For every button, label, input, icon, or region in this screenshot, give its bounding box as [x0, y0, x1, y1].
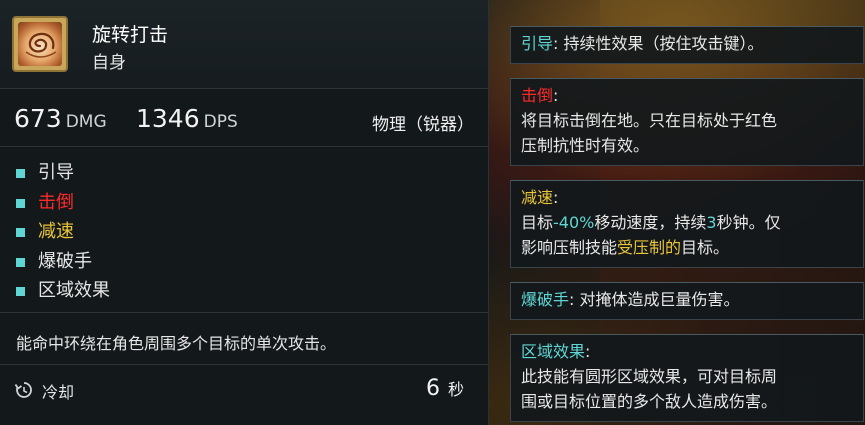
info-box-demolisher: 爆破手: 对掩体造成巨量伤害。 [510, 282, 864, 320]
info-text: 此技能有圆形区域效果，可对目标周 [521, 367, 778, 386]
dps-value: 1346 [136, 104, 200, 133]
text-part: 移动速度，持续 [594, 213, 707, 232]
skill-target: 自身 [92, 53, 126, 73]
info-box-channel: 引导: 持续性效果（按住攻击键）。 [510, 26, 864, 64]
tag-label: 减速 [38, 221, 74, 242]
tag-channel: 引导 [14, 158, 110, 188]
info-sep: : [553, 86, 559, 105]
info-box-slow: 减速: 目标-40%移动速度，持续3秒钟。仅 影响压制技能受压制的目标。 [510, 180, 864, 268]
tag-area-effect: 区域效果 [14, 276, 110, 306]
info-sep: : [553, 188, 559, 207]
info-sep: : [553, 34, 564, 53]
dps-stat: 1346 DPS [136, 104, 238, 133]
dmg-unit: DMG [65, 112, 107, 132]
tag-label: 爆破手 [38, 250, 92, 272]
tag-label: 击倒 [38, 191, 74, 213]
text-part: 影响压制技能 [521, 238, 618, 257]
info-text: 持续性效果（按住攻击键）。 [563, 34, 764, 53]
skill-name: 旋转打击 [92, 24, 169, 46]
text-part: 秒钟。仅 [716, 213, 781, 232]
info-text: 围或目标位置的多个敌人造成伤害。 [521, 392, 778, 411]
cooldown-row: 冷却 6秒 [14, 376, 474, 406]
info-keyword: 爆破手 [521, 290, 570, 309]
info-sep: : [569, 290, 580, 309]
dps-unit: DPS [203, 112, 238, 132]
bullet-icon [16, 287, 25, 296]
info-keyword: 减速 [521, 188, 554, 207]
cooldown-value: 6秒 [426, 376, 464, 401]
tag-label: 区域效果 [38, 280, 110, 301]
skill-icon-frame [12, 16, 68, 72]
cooldown-label: 冷却 [42, 383, 75, 402]
slow-duration: 3 [706, 213, 717, 232]
bullet-icon [16, 169, 25, 178]
info-text: 对掩体造成巨量伤害。 [579, 290, 740, 309]
info-text: 影响压制技能受压制的目标。 [521, 235, 853, 260]
skill-tooltip-panel: 旋转打击 自身 673 DMG 1346 DPS 物理（锐器） 引导 击倒 减速 爆… [0, 0, 489, 425]
divider [0, 312, 488, 313]
info-text: 压制抗性时有效。 [521, 136, 650, 155]
skill-tag-list: 引导 击倒 减速 爆破手 区域效果 [14, 158, 110, 306]
cooldown-unit: 秒 [447, 380, 464, 399]
skill-header: 旋转打击 自身 [0, 0, 488, 89]
tag-slow: 减速 [14, 217, 110, 247]
text-part: 目标 [521, 213, 554, 232]
slow-percent: -40% [553, 213, 595, 232]
bullet-icon [16, 228, 25, 237]
info-box-area-effect: 区域效果: 此技能有圆形区域效果，可对目标周 围或目标位置的多个敌人造成伤害。 [510, 334, 864, 422]
cooldown-icon [14, 380, 34, 404]
text-part: 目标。 [681, 238, 730, 257]
cooldown-number: 6 [425, 376, 440, 401]
divider [0, 146, 488, 147]
tag-knockdown: 击倒 [14, 188, 110, 218]
divider [0, 364, 488, 365]
bullet-icon [16, 198, 25, 208]
tag-label: 引导 [38, 162, 74, 183]
info-keyword: 击倒 [521, 86, 554, 105]
info-sep: : [585, 342, 591, 361]
dmg-stat: 673 DMG [14, 104, 107, 133]
info-keyword: 区域效果 [521, 342, 586, 361]
bullet-icon [16, 257, 25, 267]
dmg-value: 673 [14, 104, 62, 133]
damage-stats: 673 DMG 1346 DPS 物理（锐器） [14, 104, 474, 136]
info-box-knockdown: 击倒: 将目标击倒在地。只在目标处于红色 压制抗性时有效。 [510, 78, 864, 166]
damage-type: 物理（锐器） [372, 115, 474, 135]
tag-demolisher: 爆破手 [14, 247, 110, 277]
suppressed-keyword: 受压制的 [617, 238, 682, 257]
spiral-strike-icon [18, 22, 62, 66]
info-keyword: 引导 [521, 34, 554, 53]
info-text: 将目标击倒在地。只在目标处于红色 [521, 111, 778, 130]
skill-description: 能命中环绕在角色周围多个目标的单次攻击。 [16, 334, 337, 353]
info-text: 目标-40%移动速度，持续3秒钟。仅 [521, 210, 853, 235]
